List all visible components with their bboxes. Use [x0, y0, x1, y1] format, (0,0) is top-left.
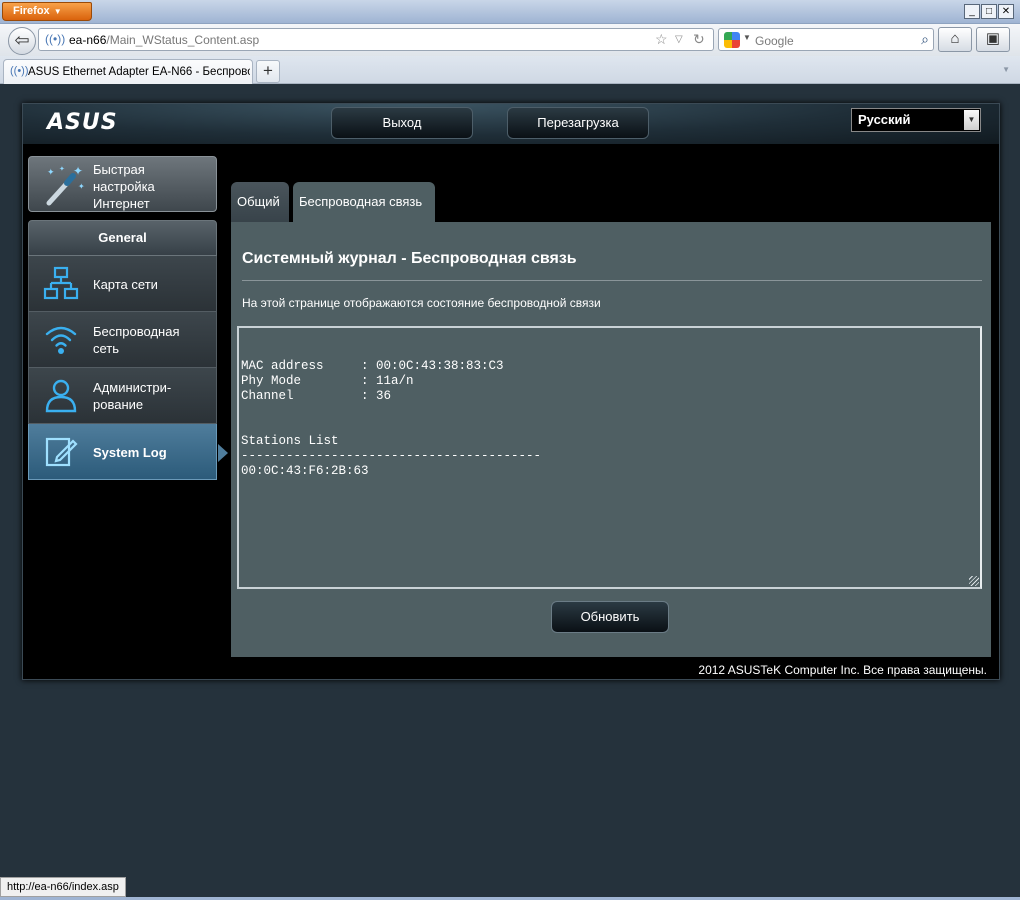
system-log-icon: [45, 437, 78, 467]
browser-tabstrip: ((•)) ASUS Ethernet Adapter EA-N66 - Бес…: [0, 56, 1020, 84]
admin-user-icon: [45, 379, 77, 413]
back-arrow-icon: ⇦: [14, 30, 30, 50]
quick-setup-button[interactable]: ✦ ✦ ✦ ✦ Быстрая настройка Интернет: [28, 156, 217, 212]
title-divider: [242, 280, 982, 281]
maximize-button[interactable]: □: [981, 4, 997, 19]
sidebar-item-label: Беспроводная сеть: [93, 324, 180, 356]
sidebar-item-label: Администри-рование: [93, 380, 172, 412]
page-title: Системный журнал - Беспроводная связь: [242, 250, 577, 267]
minimize-button[interactable]: _: [964, 4, 980, 19]
svg-text:✦: ✦: [47, 167, 55, 177]
sidebar-item-network-map[interactable]: Карта сети: [28, 256, 217, 312]
sidebar-item-label: Карта сети: [93, 277, 158, 292]
search-icon[interactable]: ⌕: [921, 31, 929, 48]
search-bar[interactable]: ▼ Google ⌕: [718, 28, 934, 51]
browser-tab-title: ASUS Ethernet Adapter EA-N66 - Беспрово.…: [28, 66, 250, 78]
magic-wand-icon: ✦ ✦ ✦ ✦: [46, 164, 85, 206]
general-section-header: General: [28, 220, 217, 256]
url-text: ea-n66/Main_WStatus_Content.asp: [69, 33, 259, 47]
copyright-footer: 2012 ASUSTeK Computer Inc. Все права защ…: [698, 663, 987, 677]
sidebar-item-wireless[interactable]: Беспроводная сеть: [28, 312, 217, 368]
resize-grip-icon[interactable]: [969, 576, 979, 586]
quick-setup-label: Быстрая настройка Интернет: [93, 162, 155, 211]
status-bar: http://ea-n66/index.asp: [0, 877, 126, 897]
url-bar[interactable]: ((•)) ea-n66/Main_WStatus_Content.asp ☆ …: [38, 28, 714, 51]
url-host: ea-n66: [69, 33, 107, 47]
home-icon: ⌂: [950, 30, 960, 47]
sidebar-item-administration[interactable]: Администри-рование: [28, 368, 217, 424]
browser-titlebar: Firefox ▼ _ □ ✕: [0, 0, 1020, 24]
language-select[interactable]: Русский ▼: [851, 108, 981, 132]
bookmarks-menu-icon: ▣: [985, 30, 1001, 47]
bookmark-star-icon[interactable]: ☆: [655, 31, 668, 48]
bookmarks-menu-button[interactable]: ▣: [976, 27, 1010, 52]
log-textarea[interactable]: MAC address : 00:0C:43:38:83:C3 Phy Mode…: [237, 326, 982, 589]
url-path: /Main_WStatus_Content.asp: [106, 33, 260, 47]
svg-text:✦: ✦: [59, 165, 65, 173]
engine-dropdown-icon[interactable]: ▼: [743, 33, 751, 42]
log-text: MAC address : 00:0C:43:38:83:C3 Phy Mode…: [241, 359, 542, 478]
tab-list-icon[interactable]: ▼: [1002, 65, 1010, 74]
chevron-down-icon: ▼: [964, 110, 979, 130]
chevron-down-icon: ▼: [53, 7, 62, 16]
language-value: Русский: [858, 112, 911, 127]
network-map-icon: [43, 266, 79, 300]
wireless-tab-icon: ((•)): [10, 65, 29, 77]
tab-wireless[interactable]: Беспроводная связь: [293, 182, 435, 222]
reload-icon[interactable]: ↻: [693, 31, 705, 48]
tab-general[interactable]: Общий: [231, 182, 289, 222]
back-button[interactable]: ⇦: [8, 27, 36, 55]
search-placeholder: Google: [755, 34, 794, 48]
active-indicator-arrow: [218, 444, 228, 462]
router-header: ASUS Выход Перезагрузка Русский ▼: [23, 104, 999, 144]
browser-tab[interactable]: ((•)) ASUS Ethernet Adapter EA-N66 - Бес…: [3, 59, 253, 84]
svg-text:✦: ✦: [73, 164, 83, 178]
wireless-icon: [45, 326, 77, 354]
google-engine-icon[interactable]: [724, 32, 740, 48]
wireless-site-icon: ((•)): [45, 32, 66, 46]
firefox-menu-button[interactable]: Firefox ▼: [2, 2, 92, 21]
router-panel: ASUS Выход Перезагрузка Русский ▼ ✦ ✦ ✦ …: [22, 103, 1000, 680]
sidebar-item-system-log[interactable]: System Log: [28, 424, 228, 480]
reboot-button[interactable]: Перезагрузка: [507, 107, 649, 139]
logout-button[interactable]: Выход: [331, 107, 473, 139]
home-button[interactable]: ⌂: [938, 27, 972, 52]
sidebar-item-label: System Log: [93, 445, 167, 460]
svg-text:✦: ✦: [78, 182, 85, 191]
content-panel: Системный журнал - Беспроводная связь На…: [231, 222, 991, 657]
firefox-menu-label: Firefox: [13, 5, 50, 17]
refresh-button[interactable]: Обновить: [551, 601, 669, 633]
asus-logo: ASUS: [47, 110, 118, 135]
close-window-button[interactable]: ✕: [998, 4, 1014, 19]
page-description: На этой странице отображаются состояние …: [242, 296, 601, 310]
history-dropdown-icon[interactable]: ▽: [675, 34, 683, 45]
new-tab-button[interactable]: +: [256, 60, 280, 83]
